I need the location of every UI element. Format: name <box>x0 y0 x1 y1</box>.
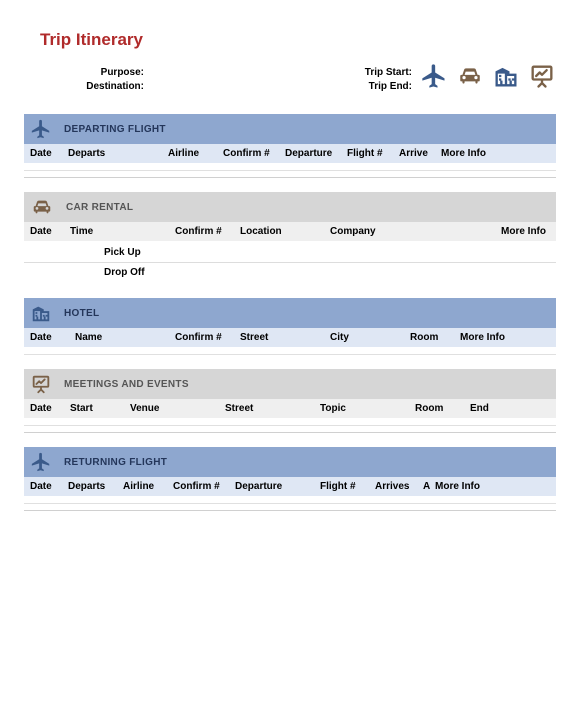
section-header-meetings: MEETINGS AND EVENTS <box>24 369 556 399</box>
section-header-returning: RETURNING FLIGHT <box>24 447 556 477</box>
meta-left: Purpose: Destination: <box>24 62 144 94</box>
col-date: Date <box>30 148 68 159</box>
empty-row <box>24 163 556 171</box>
col-headers-hotel: Date Name Confirm # Street City Room Mor… <box>24 328 556 347</box>
section-meetings: MEETINGS AND EVENTS Date Start Venue Str… <box>24 369 556 433</box>
section-header-departing: DEPARTING FLIGHT <box>24 114 556 144</box>
destination-label: Destination: <box>24 80 144 94</box>
col-airline: Airline <box>123 481 173 492</box>
dropoff-row: Drop Off <box>24 263 556 282</box>
empty-row <box>24 347 556 355</box>
car-icon <box>456 63 484 89</box>
header-meta-row: Purpose: Destination: Trip Start: Trip E… <box>24 62 556 94</box>
building-icon <box>492 62 520 90</box>
col-date: Date <box>30 332 75 343</box>
section-departing-flight: DEPARTING FLIGHT Date Departs Airline Co… <box>24 114 556 178</box>
col-headers-car: Date Time Confirm # Location Company Mor… <box>24 222 556 241</box>
section-title: MEETINGS AND EVENTS <box>64 379 189 390</box>
col-a: A <box>423 481 435 492</box>
col-venue: Venue <box>130 403 225 414</box>
divider <box>24 510 556 511</box>
col-headers-returning: Date Departs Airline Confirm # Departure… <box>24 477 556 496</box>
building-icon <box>30 302 52 324</box>
airplane-icon <box>420 62 448 90</box>
col-end: End <box>470 403 550 414</box>
col-confirm: Confirm # <box>175 226 240 237</box>
section-car-rental: CAR RENTAL Date Time Confirm # Location … <box>24 192 556 284</box>
presentation-icon <box>528 62 556 90</box>
col-more: More Info <box>441 148 550 159</box>
airplane-icon <box>30 451 52 473</box>
col-date: Date <box>30 226 70 237</box>
col-more: More Info <box>460 332 550 343</box>
car-subrows: Pick Up Drop Off <box>24 241 556 284</box>
trip-end-label: Trip End: <box>144 80 412 94</box>
section-header-hotel: HOTEL <box>24 298 556 328</box>
col-headers-departing: Date Departs Airline Confirm # Departure… <box>24 144 556 163</box>
section-title: RETURNING FLIGHT <box>64 457 167 468</box>
airplane-icon <box>30 118 52 140</box>
col-street: Street <box>240 332 330 343</box>
col-topic: Topic <box>320 403 415 414</box>
meta-right: Trip Start: Trip End: <box>144 62 420 94</box>
section-title: DEPARTING FLIGHT <box>64 124 166 135</box>
header-icons <box>420 62 556 90</box>
empty-row <box>24 496 556 504</box>
col-flight: Flight # <box>320 481 375 492</box>
col-confirm: Confirm # <box>223 148 285 159</box>
col-date: Date <box>30 481 68 492</box>
col-airline: Airline <box>168 148 223 159</box>
col-room: Room <box>410 332 460 343</box>
divider <box>24 432 556 433</box>
col-departs: Departs <box>68 148 168 159</box>
car-icon <box>30 196 54 218</box>
col-time: Time <box>70 226 175 237</box>
pickup-row: Pick Up <box>24 243 556 263</box>
col-arrive: Arrive <box>399 148 441 159</box>
purpose-label: Purpose: <box>24 66 144 80</box>
col-arrives: Arrives <box>375 481 423 492</box>
presentation-icon <box>30 373 52 395</box>
section-header-car: CAR RENTAL <box>24 192 556 222</box>
col-departure: Departure <box>285 148 347 159</box>
col-confirm: Confirm # <box>175 332 240 343</box>
col-date: Date <box>30 403 70 414</box>
section-returning-flight: RETURNING FLIGHT Date Departs Airline Co… <box>24 447 556 511</box>
col-departure: Departure <box>235 481 320 492</box>
section-hotel: HOTEL Date Name Confirm # Street City Ro… <box>24 298 556 355</box>
col-confirm: Confirm # <box>173 481 235 492</box>
col-more: More Info <box>435 481 550 492</box>
col-more: More Info <box>445 226 550 237</box>
trip-start-label: Trip Start: <box>144 66 412 80</box>
col-street: Street <box>225 403 320 414</box>
col-departs: Departs <box>68 481 123 492</box>
col-location: Location <box>240 226 330 237</box>
empty-row <box>24 418 556 426</box>
col-flight: Flight # <box>347 148 399 159</box>
col-room: Room <box>415 403 470 414</box>
col-headers-meetings: Date Start Venue Street Topic Room End <box>24 399 556 418</box>
page-title: Trip Itinerary <box>40 30 556 50</box>
col-start: Start <box>70 403 130 414</box>
section-title: CAR RENTAL <box>66 202 133 213</box>
col-city: City <box>330 332 410 343</box>
col-name: Name <box>75 332 175 343</box>
section-title: HOTEL <box>64 308 99 319</box>
divider <box>24 177 556 178</box>
col-company: Company <box>330 226 445 237</box>
